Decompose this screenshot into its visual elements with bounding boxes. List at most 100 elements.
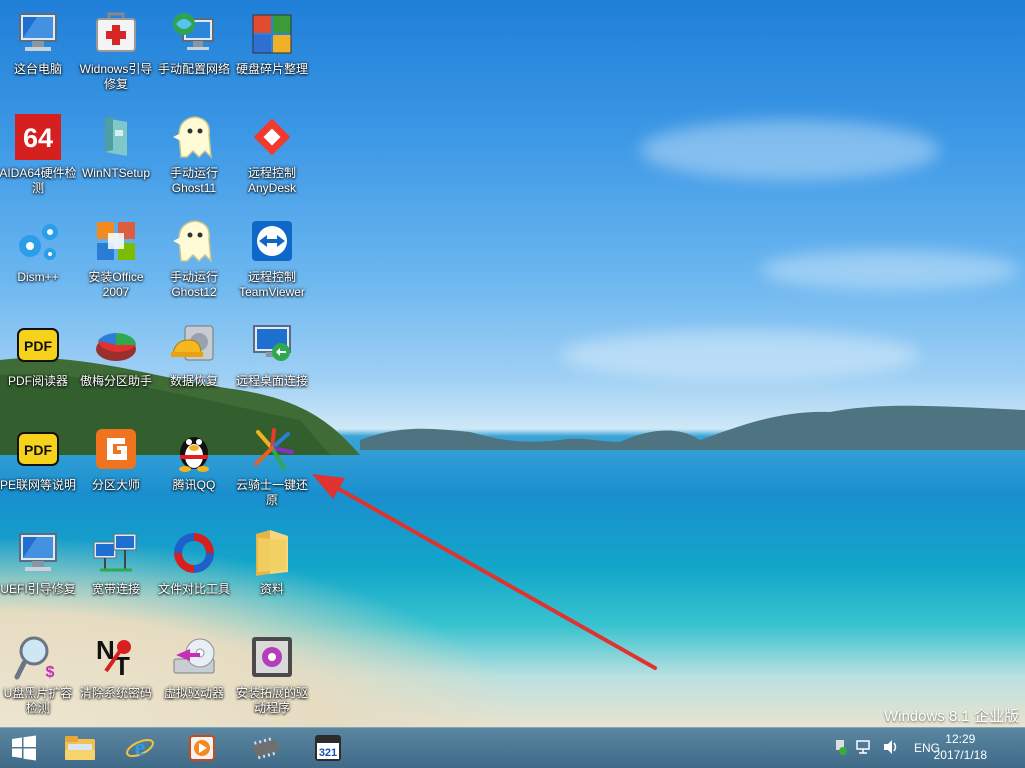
desktop-icon-label: UEFI引导修复 bbox=[0, 582, 76, 596]
chip-tool-button[interactable] bbox=[244, 731, 288, 765]
desktop-icon-label: 云骑士一键还原 bbox=[235, 478, 308, 507]
desktop-icon-file-compare[interactable]: 文件对比工具 bbox=[156, 528, 232, 597]
desktop-icon-label: Dism++ bbox=[17, 270, 59, 284]
winntsetup-icon bbox=[91, 112, 141, 162]
folder-icon bbox=[247, 528, 297, 578]
nt-key-icon: NT bbox=[91, 632, 141, 682]
refresh-circle-icon bbox=[169, 528, 219, 578]
volume-icon[interactable] bbox=[882, 739, 900, 758]
desktop-icon-label: AIDA64硬件检测 bbox=[0, 166, 77, 195]
desktop-icon-dism[interactable]: Dism++ bbox=[0, 216, 76, 285]
ghost-icon bbox=[169, 112, 219, 162]
cd-drive-icon bbox=[169, 632, 219, 682]
desktop-icon-usb-capacity-check[interactable]: $ U盘黑片扩容检测 bbox=[0, 632, 76, 716]
qq-penguin-icon bbox=[169, 424, 219, 474]
desktop-icon-label: 宽带连接 bbox=[91, 582, 140, 596]
clock-time: 12:29 bbox=[945, 732, 976, 746]
svg-text:64: 64 bbox=[23, 123, 53, 153]
desktop-icon-winntsetup[interactable]: WinNTSetup bbox=[78, 112, 154, 181]
folder-explorer-icon bbox=[65, 736, 95, 760]
cloud bbox=[640, 120, 940, 180]
calendar-321-button[interactable]: 321 bbox=[306, 731, 350, 765]
desktop-icon-label: WinNTSetup bbox=[81, 166, 151, 180]
driver-install-icon bbox=[247, 632, 297, 682]
desktop-icon-partition-assistant[interactable]: 傲梅分区助手 bbox=[78, 320, 154, 389]
os-edition-label: Windows 8.1 企业版 bbox=[883, 708, 1019, 725]
desktop-icon-broadband-connect[interactable]: 宽带连接 bbox=[78, 528, 154, 597]
svg-text:321: 321 bbox=[319, 747, 337, 759]
321-icon: 321 bbox=[315, 735, 341, 761]
desktop-icon-label: 数据恢复 bbox=[169, 374, 218, 388]
defrag-cubes-icon bbox=[247, 8, 297, 58]
desktop-icon-label: 资料 bbox=[259, 582, 284, 596]
desktop-icon-office2007[interactable]: 安装Office 2007 bbox=[78, 216, 154, 300]
desktop-icon-label: Widnows引导修复 bbox=[79, 62, 153, 91]
svg-text:PDF: PDF bbox=[24, 338, 52, 354]
desktop-icon-install-ext-driver[interactable]: 安装拓展的驱动程序 bbox=[234, 632, 310, 716]
svg-text:PDF: PDF bbox=[24, 442, 52, 458]
desktop-icon-label: 手动运行Ghost11 bbox=[169, 166, 218, 195]
desktop-icon-label: 手动配置网络 bbox=[157, 62, 230, 76]
desktop-icon-label: PDF阅读器 bbox=[7, 374, 68, 388]
desktop-icon-disk-defrag[interactable]: 硬盘碎片整理 bbox=[234, 8, 310, 77]
magnifier-icon: $ bbox=[13, 632, 63, 682]
ghost-icon bbox=[169, 216, 219, 266]
desktop-icon-label: 安装拓展的驱动程序 bbox=[235, 686, 308, 715]
desktop-icon-clear-password[interactable]: N T 清除系统密码 bbox=[78, 632, 154, 701]
office-icon bbox=[91, 216, 141, 266]
pie-disk-icon bbox=[91, 320, 141, 370]
desktop-icon-yunqishi-restore[interactable]: 云骑士一键还原 bbox=[234, 424, 310, 508]
windows-logo-icon bbox=[12, 735, 36, 761]
network-globe-icon bbox=[169, 8, 219, 58]
pdf-icon: PDF bbox=[13, 320, 63, 370]
internet-explorer-button[interactable]: e bbox=[118, 731, 162, 765]
desktop-icon-ghost12[interactable]: 手动运行Ghost12 bbox=[156, 216, 232, 300]
desktop-icon-label: 腾讯QQ bbox=[172, 478, 216, 492]
desktop-icon-anydesk[interactable]: 远程控制AnyDesk bbox=[234, 112, 310, 196]
desktop-icon-label: 远程桌面连接 bbox=[235, 374, 308, 388]
hard-hat-disk-icon bbox=[169, 320, 219, 370]
file-explorer-button[interactable] bbox=[58, 731, 102, 765]
desktop-icon-tencent-qq[interactable]: 腾讯QQ bbox=[156, 424, 232, 493]
desktop-icon-ghost11[interactable]: 手动运行Ghost11 bbox=[156, 112, 232, 196]
desktop-icon-label: 分区大师 bbox=[91, 478, 140, 492]
yunqishi-icon bbox=[247, 424, 297, 474]
desktop-icon-manual-network-config[interactable]: 手动配置网络 bbox=[156, 8, 232, 77]
desktop-icon-label: 手动运行Ghost12 bbox=[169, 270, 218, 299]
remote-desktop-icon bbox=[247, 320, 297, 370]
desktop-icon-label: 远程控制TeamViewer bbox=[239, 270, 305, 299]
desktop-icon-pe-network-help[interactable]: PDF PE联网等说明 bbox=[0, 424, 76, 493]
desktop-icon-virtual-drive[interactable]: 虚拟驱动器 bbox=[156, 632, 232, 701]
desktop-icon-materials-folder[interactable]: 资料 bbox=[234, 528, 310, 597]
media-player-button[interactable] bbox=[180, 731, 224, 765]
desktop-icon-pdf-reader[interactable]: PDF PDF阅读器 bbox=[0, 320, 76, 389]
desktop-icon-windows-boot-repair[interactable]: Widnows引导修复 bbox=[78, 8, 154, 92]
svg-text:$: $ bbox=[46, 664, 55, 681]
diskgenius-icon bbox=[91, 424, 141, 474]
clock-date: 2017/1/18 bbox=[933, 748, 987, 762]
system-tray: ENG bbox=[832, 728, 940, 768]
aida64-icon: 64 bbox=[13, 112, 63, 162]
desktop-icon-label: 虚拟驱动器 bbox=[163, 686, 224, 700]
desktop-icon-label: 傲梅分区助手 bbox=[79, 374, 152, 388]
desktop-icon-label: PE联网等说明 bbox=[0, 478, 76, 492]
computer-icon bbox=[13, 528, 63, 578]
chip-icon bbox=[252, 737, 280, 760]
first-aid-kit-icon bbox=[91, 8, 141, 58]
desktop-icon-remote-desktop[interactable]: 远程桌面连接 bbox=[234, 320, 310, 389]
desktop-icon-data-recovery[interactable]: 数据恢复 bbox=[156, 320, 232, 389]
desktop-icon-label: 远程控制AnyDesk bbox=[247, 166, 297, 195]
computer-icon bbox=[13, 8, 63, 58]
clock[interactable]: 12:29 2017/1/18 bbox=[934, 731, 987, 763]
play-icon bbox=[189, 735, 215, 761]
network-icon[interactable] bbox=[856, 739, 874, 758]
usb-safe-remove-icon[interactable] bbox=[832, 739, 848, 758]
start-button[interactable] bbox=[2, 731, 46, 765]
desktop-icon-diskgenius[interactable]: 分区大师 bbox=[78, 424, 154, 493]
desktop-icon-teamviewer[interactable]: 远程控制TeamViewer bbox=[234, 216, 310, 300]
desktop-icon-aida64[interactable]: 64 AIDA64硬件检测 bbox=[0, 112, 77, 196]
desktop-icon-uefi-boot-repair[interactable]: UEFI引导修复 bbox=[0, 528, 76, 597]
desktop-icon-this-pc[interactable]: 这台电脑 bbox=[0, 8, 76, 77]
ie-icon: e bbox=[126, 735, 154, 761]
desktop-icon-label: 文件对比工具 bbox=[157, 582, 230, 596]
